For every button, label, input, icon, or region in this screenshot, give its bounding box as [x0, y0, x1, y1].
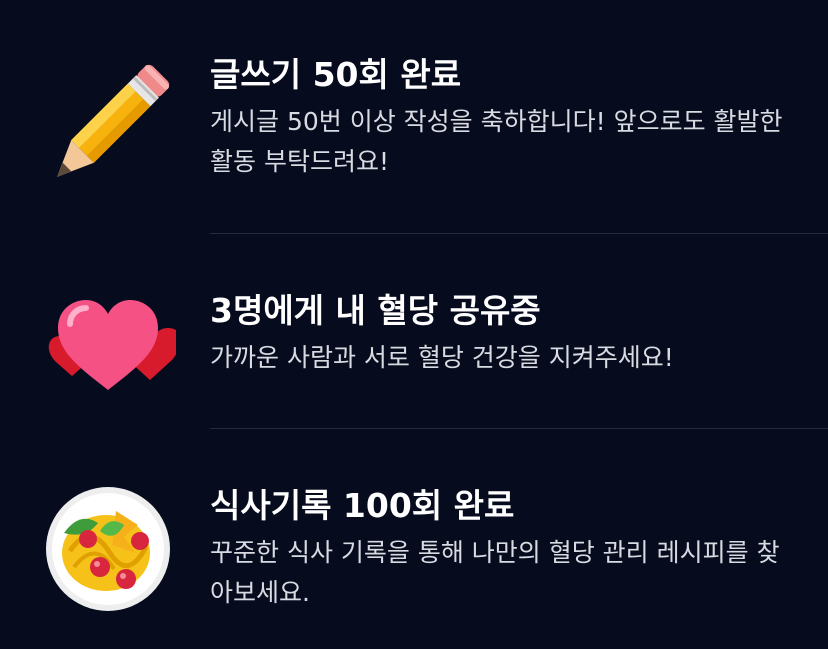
achievement-item-writing[interactable]: 글쓰기 50회 완료 게시글 50번 이상 작성을 축하합니다! 앞으로도 활발…	[0, 0, 828, 233]
pasta-plate-icon	[40, 481, 176, 617]
achievement-description: 게시글 50번 이상 작성을 축하합니다! 앞으로도 활발한 활동 부탁드려요!	[210, 107, 783, 176]
achievement-title: 3명에게 내 혈당 공유중	[210, 291, 541, 330]
achievement-description: 가까운 사람과 서로 혈당 건강을 지켜주세요!	[210, 343, 674, 372]
hearts-icon	[40, 280, 176, 416]
pencil-icon	[40, 58, 176, 194]
achievement-item-meal-record[interactable]: 식사기록 100회 완료 꾸준한 식사 기록을 통해 나만의 혈당 관리 레시피…	[0, 429, 828, 649]
achievement-list: 글쓰기 50회 완료 게시글 50번 이상 작성을 축하합니다! 앞으로도 활발…	[0, 0, 828, 649]
achievement-title: 글쓰기 50회 완료	[210, 55, 462, 94]
achievement-item-sharing[interactable]: 3명에게 내 혈당 공유중 가까운 사람과 서로 혈당 건강을 지켜주세요!	[0, 234, 828, 428]
achievement-description: 꾸준한 식사 기록을 통해 나만의 혈당 관리 레시피를 찾아보세요.	[210, 538, 780, 607]
achievement-title: 식사기록 100회 완료	[210, 486, 515, 525]
